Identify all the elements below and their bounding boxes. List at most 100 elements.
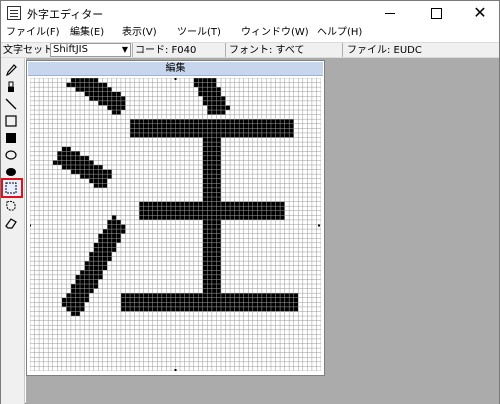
- charset-dropdown[interactable]: ShiftJIS ▼: [50, 43, 131, 57]
- hollow-ellipse-tool[interactable]: [3, 147, 21, 163]
- glyph-pixel: [93, 284, 99, 289]
- glyph-pixel: [193, 297, 199, 303]
- glyph-pixel: [252, 123, 258, 129]
- glyph-pixel: [66, 164, 71, 170]
- glyph-pixel: [261, 306, 267, 312]
- glyph-pixel: [170, 132, 176, 138]
- close-button[interactable]: ✕: [463, 1, 497, 25]
- glyph-pixel: [211, 137, 217, 143]
- menu-edit[interactable]: 編集(E): [70, 26, 104, 40]
- glyph-pixel: [84, 279, 90, 285]
- menu-tools[interactable]: ツール(T): [177, 26, 221, 40]
- edit-window[interactable]: 編集: [26, 60, 325, 376]
- glyph-pixel: [280, 215, 285, 220]
- status-divider: [342, 43, 343, 57]
- glyph-pixel: [175, 293, 181, 298]
- glyph-pixel: [275, 123, 281, 129]
- glyph-pixel: [230, 132, 235, 138]
- freeform-select-tool[interactable]: [3, 198, 21, 214]
- pixel-grid[interactable]: [30, 78, 321, 371]
- glyph-pixel: [175, 215, 181, 220]
- resize-handle[interactable]: [30, 224, 31, 227]
- glyph-pixel: [189, 215, 194, 220]
- glyph-pixel: [107, 100, 112, 106]
- glyph-pixel: [211, 169, 217, 175]
- glyph-pixel: [289, 302, 294, 307]
- glyph-pixel: [180, 293, 185, 298]
- glyph-pixel: [89, 265, 94, 271]
- glyph-pixel: [98, 270, 103, 275]
- glyph-pixel: [111, 91, 117, 97]
- glyph-pixel: [139, 206, 144, 211]
- glyph-pixel: [248, 201, 253, 207]
- glyph-pixel: [211, 192, 217, 198]
- glyph-pixel: [143, 119, 149, 124]
- glyph-pixel: [66, 82, 71, 88]
- glyph-pixel: [270, 123, 276, 129]
- line-tool[interactable]: [3, 96, 21, 112]
- rectangle-select-icon: [5, 182, 17, 194]
- minimize-button[interactable]: [373, 1, 407, 25]
- menu-window[interactable]: ウィンドウ(W): [241, 26, 309, 40]
- glyph-pixel: [207, 265, 212, 271]
- eraser-tool[interactable]: [3, 215, 21, 231]
- glyph-pixel: [139, 215, 144, 220]
- resize-handle[interactable]: [318, 224, 320, 227]
- glyph-pixel: [216, 206, 221, 211]
- glyph-pixel: [270, 302, 276, 307]
- glyph-pixel: [84, 155, 90, 161]
- glyph-pixel: [98, 251, 103, 257]
- filled-ellipse-tool[interactable]: [3, 164, 21, 180]
- glyph-pixel: [202, 87, 208, 92]
- glyph-pixel: [98, 82, 103, 88]
- glyph-pixel: [84, 270, 90, 275]
- glyph-pixel: [180, 128, 185, 133]
- glyph-pixel: [98, 256, 103, 262]
- glyph-pixel: [111, 100, 117, 106]
- glyph-pixel: [116, 91, 121, 97]
- glyph-pixel: [207, 142, 212, 147]
- menu-view[interactable]: 表示(V): [122, 26, 157, 40]
- glyph-pixel: [248, 206, 253, 211]
- pencil-tool[interactable]: [3, 62, 21, 78]
- glyph-pixel: [293, 293, 299, 298]
- glyph-pixel: [161, 119, 167, 124]
- glyph-pixel: [180, 306, 185, 312]
- workspace-area: 編集: [26, 58, 499, 404]
- glyph-pixel: [139, 132, 144, 138]
- glyph-pixel: [57, 155, 62, 161]
- glyph-pixel: [216, 210, 221, 216]
- glyph-pixel: [207, 169, 212, 175]
- glyph-pixel: [284, 132, 290, 138]
- glyph-pixel: [243, 302, 249, 307]
- glyph-pixel: [93, 183, 99, 188]
- glyph-pixel: [89, 178, 94, 184]
- rectangle-select-tool[interactable]: [1, 178, 23, 198]
- glyph-pixel: [257, 302, 262, 307]
- glyph-pixel: [220, 206, 226, 211]
- glyph-pixel: [143, 210, 149, 216]
- resize-handle[interactable]: [174, 78, 177, 80]
- maximize-button[interactable]: [419, 1, 453, 25]
- glyph-pixel: [289, 293, 294, 298]
- glyph-pixel: [130, 119, 135, 124]
- resize-handle[interactable]: [174, 369, 177, 371]
- glyph-pixel: [284, 297, 290, 303]
- filled-rectangle-tool[interactable]: [3, 130, 21, 146]
- glyph-grid-canvas[interactable]: [30, 78, 321, 371]
- glyph-pixel: [80, 82, 85, 88]
- glyph-pixel: [202, 128, 208, 133]
- menu-file[interactable]: ファイル(F): [6, 26, 60, 40]
- glyph-pixel: [84, 91, 90, 97]
- glyph-pixel: [98, 242, 103, 248]
- glyph-pixel: [93, 261, 99, 266]
- glyph-pixel: [211, 151, 217, 156]
- glyph-pixel: [211, 219, 217, 225]
- hollow-rectangle-tool[interactable]: [3, 113, 21, 129]
- glyph-pixel: [202, 142, 208, 147]
- menu-help[interactable]: ヘルプ(H): [317, 26, 362, 40]
- glyph-pixel: [211, 247, 217, 252]
- glyph-pixel: [280, 201, 285, 207]
- brush-tool[interactable]: [3, 79, 21, 95]
- glyph-pixel: [148, 215, 153, 220]
